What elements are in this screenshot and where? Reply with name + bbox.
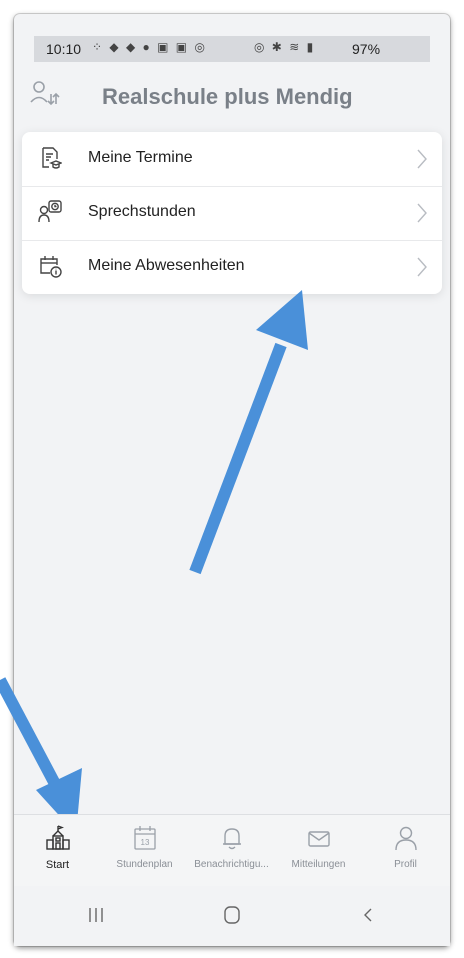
app-header: Realschule plus Mendig: [22, 62, 422, 116]
appointments-icon: [38, 146, 63, 170]
tab-label: Stundenplan: [116, 859, 173, 870]
school-title: Realschule plus Mendig: [102, 84, 353, 109]
bell-icon: [219, 825, 245, 851]
menu-item-label: Meine Termine: [88, 149, 193, 166]
tab-label: Profil: [394, 859, 417, 870]
tab-benachrichtigungen[interactable]: Benachrichtigu...: [188, 815, 275, 887]
calendar-13-icon: 13: [132, 825, 158, 851]
tab-start[interactable]: Start: [14, 815, 101, 887]
system-status-icons: ◎ ✱ ≋ ▮: [254, 40, 316, 54]
recent-apps-icon[interactable]: [76, 900, 116, 930]
menu-card: Meine Termine Sprechstunden Meine Abwese…: [22, 132, 442, 294]
tab-profil[interactable]: Profil: [362, 815, 449, 887]
android-nav-bar: [14, 886, 450, 946]
status-time: 10:10: [46, 41, 82, 57]
envelope-icon: [306, 825, 332, 851]
menu-item-sprechstunden[interactable]: Sprechstunden: [22, 186, 442, 241]
tab-label: Mitteilungen: [291, 859, 346, 870]
chevron-right-icon: [416, 256, 428, 278]
battery-level: 97%: [352, 41, 381, 57]
tab-label: Start: [45, 859, 70, 871]
chevron-right-icon: [416, 202, 428, 224]
menu-item-label: Meine Abwesenheiten: [88, 257, 245, 274]
calendar-day: 13: [141, 838, 150, 847]
absence-calendar-icon: [38, 254, 62, 278]
chevron-right-icon: [416, 148, 428, 170]
menu-item-label: Sprechstunden: [88, 203, 196, 220]
tab-stundenplan[interactable]: 13 Stundenplan: [101, 815, 188, 887]
menu-item-meine-abwesenheiten[interactable]: Meine Abwesenheiten: [22, 240, 442, 294]
person-icon: [393, 825, 419, 851]
notification-icons: ⁘ ◆ ◆ ● ▣ ▣ ◎: [92, 40, 207, 54]
tab-label: Benachrichtigu...: [194, 859, 269, 870]
home-icon[interactable]: [212, 900, 252, 930]
user-switch-icon[interactable]: [30, 80, 60, 110]
menu-item-meine-termine[interactable]: Meine Termine: [22, 132, 442, 187]
status-bar: 10:10 ⁘ ◆ ◆ ● ▣ ▣ ◎ ◎ ✱ ≋ ▮ 97%: [34, 36, 430, 62]
back-icon[interactable]: [348, 900, 388, 930]
bottom-tab-bar: Start 13 Stundenplan Benachrichtigu... M…: [14, 814, 450, 887]
school-building-icon: [45, 825, 71, 851]
consultation-icon: [38, 200, 62, 224]
tab-mitteilungen[interactable]: Mitteilungen: [275, 815, 362, 887]
